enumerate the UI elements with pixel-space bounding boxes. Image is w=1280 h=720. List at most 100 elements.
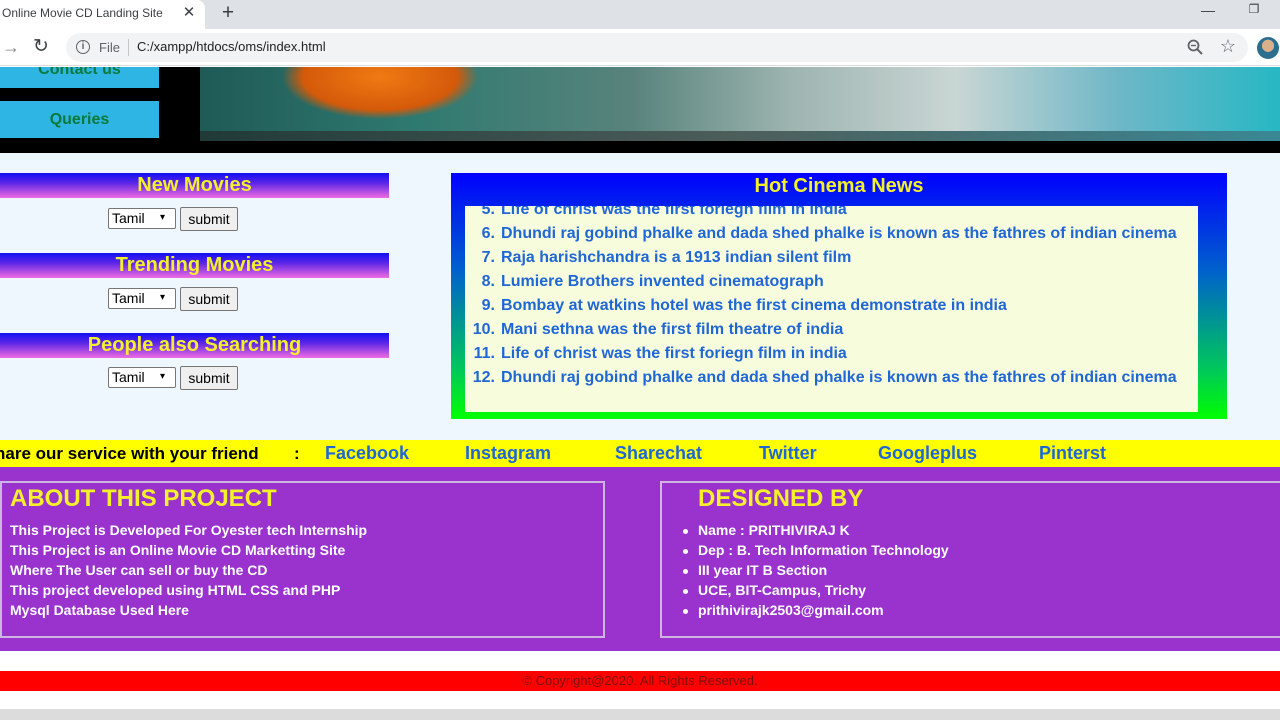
news-list: 5. Life of christ was the first foriegn f…	[465, 206, 1198, 390]
bullet-dot	[683, 549, 688, 554]
nav-contact-us[interactable]: Contact us	[0, 67, 159, 88]
copyright-bar: © Copyright@2020. All Rights Reserved.	[0, 671, 1280, 691]
trending-movies-heading: Trending Movies	[0, 253, 389, 278]
news-item: 7. Raja harishchandra is a 1913 indian si…	[465, 246, 1198, 270]
bullet-dot	[683, 589, 688, 594]
news-number: 12.	[472, 369, 495, 386]
share-link-pinterest[interactable]: Pinterst	[1039, 443, 1106, 464]
address-bar[interactable]: i File C:/xampp/htdocs/oms/index.html ☆	[66, 33, 1248, 62]
footer-info-block: ABOUT THIS PROJECT This Project is Devel…	[0, 467, 1280, 651]
bullet-dot	[683, 609, 688, 614]
news-item: 12. Dhundi raj gobind phalke and dada she…	[465, 366, 1198, 390]
news-text: Mani sethna was the first film theatre o…	[501, 321, 844, 338]
select-value: Tamil	[112, 369, 145, 385]
tab-strip: Online Movie CD Landing Site ✕ + — ❐	[0, 0, 1280, 29]
chevron-down-icon: ▾	[160, 212, 166, 223]
share-bar: hare our service with your friend : Face…	[0, 440, 1280, 467]
minimize-icon[interactable]: —	[1200, 2, 1216, 18]
about-project-panel: ABOUT THIS PROJECT This Project is Devel…	[0, 481, 605, 638]
url-text[interactable]: C:/xampp/htdocs/oms/index.html	[137, 39, 326, 54]
about-line: This project developed using HTML CSS an…	[10, 582, 341, 598]
designer-line: Name : PRITHIVIRAJ K	[698, 522, 850, 538]
browser-tab[interactable]: Online Movie CD Landing Site ✕	[0, 0, 205, 29]
about-heading: ABOUT THIS PROJECT	[10, 485, 277, 512]
news-number: 9.	[481, 297, 495, 314]
nav-queries[interactable]: Queries	[0, 101, 159, 138]
news-text: Bombay at watkins hotel was the first ci…	[501, 297, 1007, 314]
trending-movies-submit-button[interactable]: submit	[180, 287, 238, 311]
share-link-facebook[interactable]: Facebook	[325, 443, 409, 464]
news-number: 6.	[481, 225, 495, 242]
close-tab-icon[interactable]: ✕	[181, 5, 197, 21]
movie-banner-bottom	[200, 131, 1280, 141]
bookmark-star-icon[interactable]: ☆	[1218, 36, 1238, 56]
news-item: 9. Bombay at watkins hotel was the first …	[465, 294, 1198, 318]
news-number: 11.	[473, 345, 495, 362]
trending-movies-language-select[interactable]: Tamil ▾	[108, 288, 176, 309]
people-searching-language-select[interactable]: Tamil ▾	[108, 367, 176, 388]
news-text: Raja harishchandra is a 1913 indian sile…	[501, 249, 852, 266]
designer-line: III year IT B Section	[698, 562, 828, 578]
news-marquee: 5. Life of christ was the first foriegn f…	[465, 206, 1198, 412]
share-colon: :	[294, 444, 300, 463]
zoom-icon[interactable]	[1186, 38, 1204, 56]
chevron-down-icon: ▾	[160, 292, 166, 303]
new-tab-icon[interactable]: +	[218, 2, 238, 23]
share-link-twitter[interactable]: Twitter	[759, 443, 817, 464]
designer-line: Dep : B. Tech Information Technology	[698, 542, 949, 558]
news-text: Dhundi raj gobind phalke and dada shed p…	[501, 369, 1177, 386]
horizontal-scrollbar[interactable]	[0, 709, 1280, 720]
content-area: New Movies Tamil ▾ submit Trending Movie…	[0, 153, 1280, 440]
address-divider	[128, 39, 129, 56]
news-text: Life of christ was the first foriegn fil…	[501, 206, 847, 218]
restore-icon[interactable]: ❐	[1246, 2, 1262, 18]
people-searching-heading: People also Searching	[0, 333, 389, 358]
news-number: 5.	[481, 206, 495, 218]
hot-cinema-news-panel: Hot Cinema News 5. Life of christ was the…	[451, 173, 1227, 419]
news-text: Dhundi raj gobind phalke and dada shed p…	[501, 225, 1177, 242]
news-item: 8. Lumiere Brothers invented cinematograp…	[465, 270, 1198, 294]
share-prompt: hare our service with your friend	[0, 444, 259, 463]
news-number: 10.	[472, 321, 495, 338]
news-title: Hot Cinema News	[754, 175, 924, 197]
designer-email: prithivirajk2503@gmail.com	[698, 602, 884, 618]
browser-toolbar: → ↻ i File C:/xampp/htdocs/oms/index.htm…	[0, 29, 1280, 66]
about-line: Where The User can sell or buy the CD	[10, 562, 268, 578]
share-link-instagram[interactable]: Instagram	[465, 443, 551, 464]
news-number: 8.	[481, 273, 495, 290]
news-item: 10. Mani sethna was the first film theatr…	[465, 318, 1198, 342]
people-searching-submit-button[interactable]: submit	[180, 366, 238, 390]
new-movies-submit-button[interactable]: submit	[180, 207, 238, 231]
about-line: Mysql Database Used Here	[10, 602, 189, 618]
profile-avatar[interactable]	[1257, 37, 1279, 59]
footer-gap	[0, 651, 1280, 671]
movie-banner-image	[200, 67, 1280, 141]
chevron-down-icon: ▾	[160, 371, 166, 382]
new-movies-language-select[interactable]: Tamil ▾	[108, 208, 176, 229]
news-item: 5. Life of christ was the first foriegn f…	[465, 206, 1198, 222]
about-line: This Project is Developed For Oyester te…	[10, 522, 368, 538]
about-line: This Project is an Online Movie CD Marke…	[10, 542, 346, 558]
designer-line: UCE, BIT-Campus, Trichy	[698, 582, 867, 598]
news-item: 11. Life of christ was the first foriegn …	[465, 342, 1198, 366]
news-text: Life of christ was the first foriegn fil…	[501, 345, 847, 362]
share-link-sharechat[interactable]: Sharechat	[615, 443, 702, 464]
info-icon[interactable]: i	[76, 40, 90, 54]
page-viewport: Contact us Queries New Movies Tamil ▾ su…	[0, 67, 1280, 720]
news-item: 6. Dhundi raj gobind phalke and dada shed…	[465, 222, 1198, 246]
bullet-dot	[683, 529, 688, 534]
designer-heading: DESIGNED BY	[698, 485, 864, 512]
reload-icon[interactable]: ↻	[33, 36, 53, 58]
news-number: 7.	[481, 249, 495, 266]
copyright-text: © Copyright@2020. All Rights Reserved.	[522, 673, 758, 688]
forward-icon[interactable]: →	[2, 37, 20, 57]
designed-by-panel: DESIGNED BY Name : PRITHIVIRAJ K Dep : B…	[660, 481, 1280, 638]
scheme-label: File	[99, 40, 120, 55]
tab-title: Online Movie CD Landing Site	[2, 6, 163, 20]
news-text: Lumiere Brothers invented cinematograph	[501, 273, 824, 290]
new-movies-heading: New Movies	[0, 173, 389, 198]
bullet-dot	[683, 569, 688, 574]
select-value: Tamil	[112, 210, 145, 226]
select-value: Tamil	[112, 290, 145, 306]
share-link-googleplus[interactable]: Googleplus	[878, 443, 977, 464]
